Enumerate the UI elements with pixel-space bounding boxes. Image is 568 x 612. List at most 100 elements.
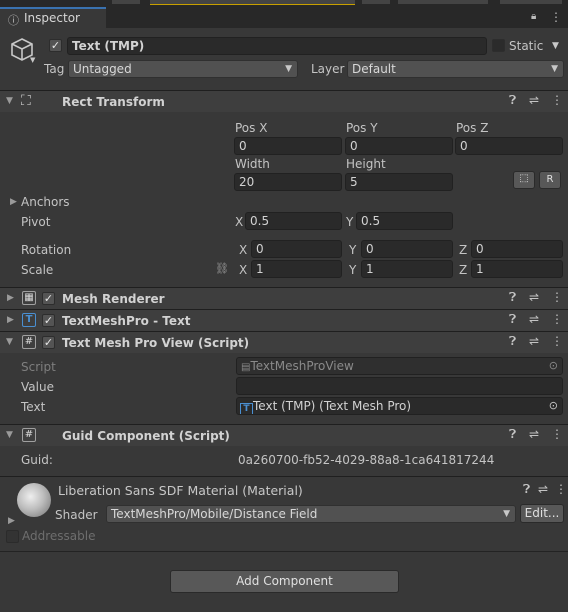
tmp-view-title: Text Mesh Pro View (Script): [62, 336, 250, 350]
toolbar-stub-5: [500, 0, 562, 4]
rotation-x-field[interactable]: 0: [251, 240, 342, 258]
settings-icon[interactable]: ⇌: [529, 93, 539, 107]
more-icon[interactable]: ⋮: [551, 427, 563, 441]
help-icon[interactable]: ❓︎: [509, 312, 516, 327]
material-foldout-icon[interactable]: ▶: [8, 516, 15, 526]
foldout-down-icon[interactable]: ▼: [6, 430, 13, 440]
foldout-right-icon[interactable]: ▶: [7, 293, 14, 303]
add-component-button[interactable]: Add Component: [170, 570, 399, 593]
settings-icon[interactable]: ⇌: [529, 312, 539, 326]
foldout-down-icon[interactable]: ▼: [6, 337, 13, 347]
guid-component-header[interactable]: ▼ # Guid Component (Script) ❓︎ ⇌ ⋮: [0, 424, 568, 446]
more-icon[interactable]: ⋮: [555, 482, 567, 496]
scale-y-field[interactable]: 1: [361, 260, 453, 278]
rotation-z-field[interactable]: 0: [471, 240, 563, 258]
guid-component-title: Guid Component (Script): [62, 429, 230, 443]
textmeshpro-icon: T: [22, 313, 36, 327]
guid-value: 0a260700-fb52-4029-88a8-1ca641817244: [238, 453, 495, 467]
script-value: TextMeshProView: [250, 359, 354, 373]
object-picker-icon: ⊙: [548, 359, 558, 372]
more-icon[interactable]: ⋮: [551, 334, 563, 348]
textmeshpro-checkbox[interactable]: ✓: [42, 314, 55, 327]
settings-icon[interactable]: ⇌: [529, 290, 539, 304]
pivot-y-field[interactable]: 0.5: [356, 212, 453, 230]
rotation-x-letter: X: [239, 243, 248, 257]
more-icon[interactable]: ⋮: [551, 290, 563, 304]
tab-inspector-label: Inspector: [24, 11, 80, 25]
scale-z-field[interactable]: 1: [471, 260, 563, 278]
scale-x-letter: X: [239, 263, 248, 277]
script-field: ▤TextMeshProView ⊙: [236, 357, 563, 375]
more-icon[interactable]: ⋮: [551, 93, 563, 107]
static-checkbox[interactable]: [492, 39, 505, 52]
foldout-down-icon[interactable]: ▼: [6, 96, 13, 106]
raw-edit-button[interactable]: R: [539, 171, 561, 189]
tab-inspector[interactable]: ⓘ Inspector: [0, 7, 106, 28]
tmp-view-checkbox[interactable]: ✓: [42, 336, 55, 349]
active-checkbox[interactable]: ✓: [49, 39, 62, 52]
pos-z-label: Pos Z: [456, 121, 489, 135]
info-icon: ⓘ: [8, 14, 19, 27]
object-name-field[interactable]: Text (TMP): [67, 37, 487, 55]
help-icon[interactable]: ❓︎: [523, 482, 530, 497]
height-field[interactable]: 5: [345, 173, 453, 191]
width-field[interactable]: 20: [234, 173, 342, 191]
scale-z-letter: Z: [459, 263, 468, 277]
help-icon[interactable]: ❓︎: [509, 427, 516, 442]
guid-label: Guid:: [21, 453, 53, 467]
tmp-view-header[interactable]: ▼ # ✓ Text Mesh Pro View (Script) ❓︎ ⇌ ⋮: [0, 331, 568, 353]
pos-x-field[interactable]: 0: [234, 137, 342, 155]
script-label: Script: [21, 360, 56, 374]
anchors-label: Anchors: [21, 195, 70, 209]
edit-shader-button[interactable]: Edit...: [520, 504, 564, 523]
blueprint-mode-button[interactable]: ⬚: [513, 171, 535, 189]
text-label: Text: [21, 400, 46, 414]
tag-dropdown[interactable]: Untagged ▼: [68, 60, 298, 78]
scale-label: Scale: [21, 263, 54, 277]
settings-icon[interactable]: ⇌: [529, 334, 539, 348]
rotation-y-field[interactable]: 0: [361, 240, 453, 258]
scale-y-letter: Y: [349, 263, 357, 277]
text-object-field[interactable]: T Text (TMP) (Text Mesh Pro) ⊙: [236, 397, 563, 415]
icon-dropdown-caret[interactable]: ▼: [30, 56, 35, 64]
toolbar-stub-1: [112, 0, 140, 4]
pos-x-label: Pos X: [235, 121, 268, 135]
static-label: Static: [509, 39, 544, 53]
menu-icon[interactable]: ⋮: [550, 10, 562, 24]
rect-transform-icon: ⛶: [21, 93, 31, 109]
more-icon[interactable]: ⋮: [551, 312, 563, 326]
width-label: Width: [235, 157, 270, 171]
toolbar-stub-2: [150, 0, 355, 5]
mesh-renderer-header[interactable]: ▶ ▦ ✓ Mesh Renderer ❓︎ ⇌ ⋮: [0, 287, 568, 309]
scale-x-field[interactable]: 1: [251, 260, 342, 278]
foldout-right-icon[interactable]: ▶: [7, 315, 14, 325]
help-icon[interactable]: ❓︎: [509, 93, 516, 108]
toolbar-stub-4: [398, 0, 488, 4]
material-preview-icon: [17, 483, 51, 517]
mesh-renderer-checkbox[interactable]: ✓: [42, 292, 55, 305]
mesh-renderer-icon: ▦: [22, 291, 36, 305]
pos-z-field[interactable]: 0: [455, 137, 563, 155]
value-field[interactable]: [236, 377, 563, 395]
material-divider: [0, 476, 568, 477]
pivot-x-field[interactable]: 0.5: [245, 212, 342, 230]
pos-y-field[interactable]: 0: [345, 137, 453, 155]
shader-value: TextMeshPro/Mobile/Distance Field: [111, 507, 318, 521]
textmeshpro-header[interactable]: ▶ T ✓ TextMeshPro - Text ❓︎ ⇌ ⋮: [0, 309, 568, 331]
settings-icon[interactable]: ⇌: [529, 427, 539, 441]
shader-dropdown[interactable]: TextMeshPro/Mobile/Distance Field ▼: [106, 505, 516, 523]
object-picker-icon[interactable]: ⊙: [549, 398, 558, 414]
help-icon[interactable]: ❓︎: [509, 290, 516, 305]
textmeshpro-icon: T: [240, 403, 253, 414]
link-icon[interactable]: ⛓︎: [215, 262, 229, 275]
help-icon[interactable]: ❓︎: [509, 334, 516, 349]
height-label: Height: [346, 157, 386, 171]
rect-transform-header[interactable]: ▼ ⛶ Rect Transform ❓︎ ⇌ ⋮: [0, 90, 568, 112]
static-dropdown-caret[interactable]: ▼: [552, 41, 559, 51]
settings-icon[interactable]: ⇌: [538, 482, 548, 496]
addressable-checkbox[interactable]: [6, 530, 19, 543]
lock-icon[interactable]: 🔒︎: [531, 11, 536, 22]
layer-dropdown[interactable]: Default ▼: [347, 60, 564, 78]
anchors-foldout-icon[interactable]: ▶: [10, 197, 17, 207]
rotation-y-letter: Y: [349, 243, 357, 257]
